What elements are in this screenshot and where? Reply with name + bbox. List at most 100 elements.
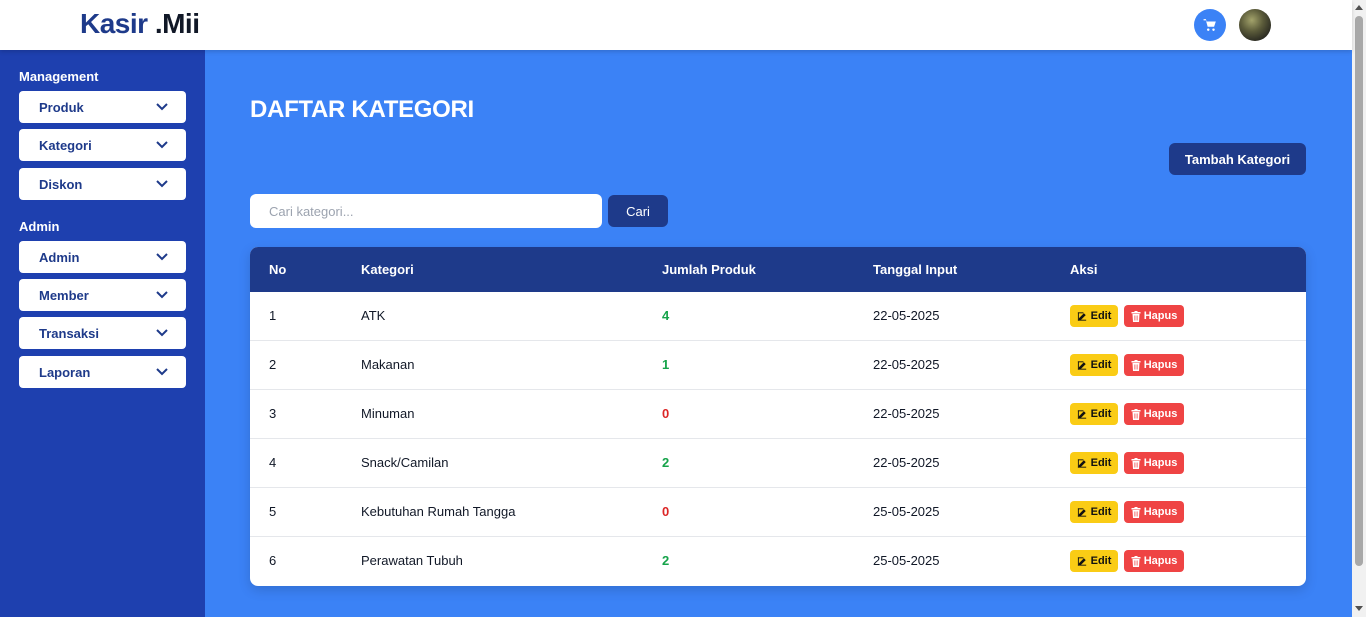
edit-button[interactable]: Edit — [1070, 501, 1118, 523]
chevron-down-icon — [156, 291, 168, 299]
cell-kategori: Minuman — [361, 406, 415, 421]
edit-label: Edit — [1090, 408, 1112, 420]
sidebar-item-label: Admin — [39, 249, 80, 265]
column-header-kategori: Kategori — [361, 262, 414, 277]
brand-logo[interactable]: Kasir .Mii — [80, 8, 200, 40]
cell-no: 1 — [269, 308, 277, 323]
sidebar-heading-management: Management — [19, 69, 99, 84]
chevron-down-icon — [156, 141, 168, 149]
cart-icon — [1203, 19, 1216, 31]
sidebar-heading-admin: Admin — [19, 219, 60, 234]
edit-button[interactable]: Edit — [1070, 550, 1118, 572]
cell-jumlah-produk: 0 — [662, 406, 670, 421]
edit-icon — [1077, 311, 1086, 321]
sidebar-item-member[interactable]: Member — [19, 279, 186, 311]
brand-name: Kasir — [80, 8, 148, 39]
sidebar: Management Produk Kategori Diskon Admin … — [0, 50, 205, 617]
delete-label: Hapus — [1143, 457, 1178, 469]
cart-button[interactable] — [1194, 9, 1226, 41]
page-title: DAFTAR KATEGORI — [250, 96, 474, 123]
scroll-thumb[interactable] — [1355, 16, 1363, 566]
trash-icon — [1131, 359, 1141, 371]
delete-button[interactable]: Hapus — [1124, 403, 1184, 425]
cell-no: 2 — [269, 357, 277, 372]
chevron-down-icon — [156, 103, 168, 111]
table-row: 1 ATK 4 22-05-2025 Edit Hapus — [250, 292, 1306, 341]
search-input[interactable] — [250, 194, 602, 228]
search-button[interactable]: Cari — [608, 195, 668, 227]
cell-jumlah-produk: 4 — [662, 308, 670, 323]
edit-label: Edit — [1090, 506, 1112, 518]
delete-label: Hapus — [1143, 408, 1178, 420]
cell-kategori: Perawatan Tubuh — [361, 553, 463, 568]
cell-tanggal-input: 22-05-2025 — [873, 357, 940, 372]
column-header-jumlah: Jumlah Produk — [662, 262, 756, 277]
cell-tanggal-input: 25-05-2025 — [873, 504, 940, 519]
user-avatar[interactable] — [1239, 9, 1271, 41]
sidebar-item-label: Member — [39, 287, 89, 303]
main-content: DAFTAR KATEGORI Tambah Kategori Cari No … — [205, 50, 1352, 617]
sidebar-item-admin[interactable]: Admin — [19, 241, 186, 273]
brand-suffix: .Mii — [154, 8, 200, 39]
scrollbar[interactable] — [1352, 0, 1366, 617]
cell-kategori: Makanan — [361, 357, 415, 372]
cell-tanggal-input: 25-05-2025 — [873, 553, 940, 568]
sidebar-item-transaksi[interactable]: Transaksi — [19, 317, 186, 349]
cell-no: 3 — [269, 406, 277, 421]
delete-button[interactable]: Hapus — [1124, 452, 1184, 474]
edit-button[interactable]: Edit — [1070, 403, 1118, 425]
table-row: 6 Perawatan Tubuh 2 25-05-2025 Edit Hapus — [250, 537, 1306, 586]
cell-no: 5 — [269, 504, 277, 519]
edit-label: Edit — [1090, 555, 1112, 567]
edit-button[interactable]: Edit — [1070, 305, 1118, 327]
sidebar-item-diskon[interactable]: Diskon — [19, 168, 186, 200]
cell-jumlah-produk: 1 — [662, 357, 670, 372]
sidebar-item-kategori[interactable]: Kategori — [19, 129, 186, 161]
delete-label: Hapus — [1143, 359, 1178, 371]
cell-tanggal-input: 22-05-2025 — [873, 406, 940, 421]
delete-label: Hapus — [1143, 310, 1178, 322]
cell-tanggal-input: 22-05-2025 — [873, 308, 940, 323]
trash-icon — [1131, 408, 1141, 420]
trash-icon — [1131, 555, 1141, 567]
delete-button[interactable]: Hapus — [1124, 550, 1184, 572]
delete-label: Hapus — [1143, 506, 1178, 518]
table-row: 4 Snack/Camilan 2 22-05-2025 Edit Hapus — [250, 439, 1306, 488]
scroll-down-icon[interactable] — [1355, 606, 1363, 611]
sidebar-item-laporan[interactable]: Laporan — [19, 356, 186, 388]
sidebar-item-produk[interactable]: Produk — [19, 91, 186, 123]
edit-icon — [1077, 556, 1086, 566]
edit-label: Edit — [1090, 359, 1112, 371]
cell-jumlah-produk: 0 — [662, 504, 670, 519]
delete-button[interactable]: Hapus — [1124, 501, 1184, 523]
edit-button[interactable]: Edit — [1070, 354, 1118, 376]
edit-icon — [1077, 458, 1086, 468]
chevron-down-icon — [156, 180, 168, 188]
cell-kategori: Snack/Camilan — [361, 455, 449, 470]
delete-button[interactable]: Hapus — [1124, 354, 1184, 376]
column-header-tanggal: Tanggal Input — [873, 262, 958, 277]
top-navbar: Kasir .Mii — [0, 0, 1352, 50]
sidebar-item-label: Diskon — [39, 176, 83, 192]
category-table: No Kategori Jumlah Produk Tanggal Input … — [250, 247, 1306, 586]
cell-kategori: ATK — [361, 308, 386, 323]
table-row: 5 Kebutuhan Rumah Tangga 0 25-05-2025 Edit Ha… — [250, 488, 1306, 537]
edit-icon — [1077, 507, 1086, 517]
add-category-button[interactable]: Tambah Kategori — [1169, 143, 1306, 175]
sidebar-item-label: Kategori — [39, 137, 92, 153]
trash-icon — [1131, 457, 1141, 469]
edit-label: Edit — [1090, 310, 1112, 322]
delete-button[interactable]: Hapus — [1124, 305, 1184, 327]
cell-jumlah-produk: 2 — [662, 455, 670, 470]
chevron-down-icon — [156, 329, 168, 337]
cell-no: 6 — [269, 553, 277, 568]
trash-icon — [1131, 310, 1141, 322]
cell-tanggal-input: 22-05-2025 — [873, 455, 940, 470]
sidebar-item-label: Produk — [39, 99, 84, 115]
sidebar-item-label: Transaksi — [39, 325, 99, 341]
scroll-up-icon[interactable] — [1355, 5, 1363, 10]
edit-button[interactable]: Edit — [1070, 452, 1118, 474]
column-header-aksi: Aksi — [1070, 262, 1098, 277]
column-header-no: No — [269, 262, 287, 277]
sidebar-item-label: Laporan — [39, 364, 91, 380]
